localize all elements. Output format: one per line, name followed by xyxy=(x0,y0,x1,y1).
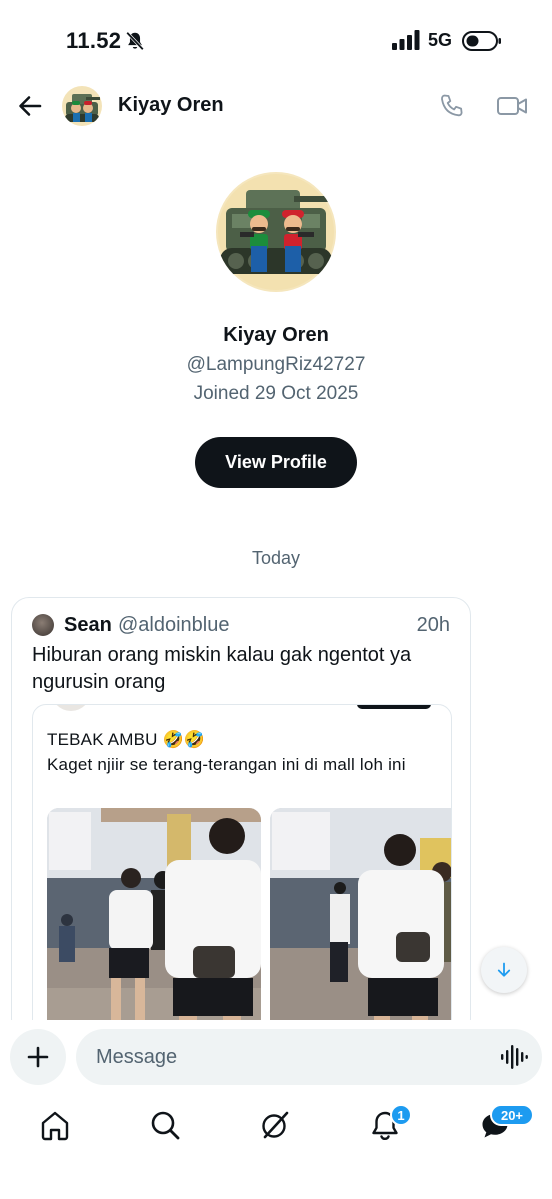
search-icon[interactable] xyxy=(148,1108,182,1142)
status-bar: 11.52 5G xyxy=(0,0,552,80)
quoted-line-1: TEBAK AMBU 🤣🤣 xyxy=(47,730,206,749)
post-text: Hiburan orang miskin kalau gak ngentot y… xyxy=(32,644,412,693)
header-title[interactable]: Kiyay Oren xyxy=(118,94,224,117)
network-type: 5G xyxy=(428,30,453,50)
message-composer xyxy=(0,1020,552,1092)
add-attachment-button[interactable] xyxy=(10,1029,66,1085)
post-author-name: Sean xyxy=(64,614,112,636)
bottom-navigation: 1 20+ xyxy=(0,1098,552,1158)
video-icon[interactable] xyxy=(496,92,528,120)
profile-avatar-image xyxy=(216,172,336,292)
grok-icon[interactable] xyxy=(258,1108,292,1142)
profile-handle: @LampungRiz42727 xyxy=(186,354,366,375)
quoted-post-card[interactable]: TEBAK AMBU 🤣🤣 Kaget njiir se terang-tera… xyxy=(32,704,452,1036)
phone-icon[interactable] xyxy=(438,92,466,120)
date-separator: Today xyxy=(251,548,301,568)
plus-icon xyxy=(27,1046,49,1068)
bell-mute-icon xyxy=(126,31,144,51)
chat-header: Kiyay Oren xyxy=(0,80,552,132)
profile-name: Kiyay Oren xyxy=(223,324,329,346)
avatar[interactable] xyxy=(62,86,102,126)
post-author-avatar xyxy=(32,614,54,636)
photo-mall-scene-2 xyxy=(270,808,451,1036)
photo-mall-scene xyxy=(47,808,261,1036)
quoted-post-text: TEBAK AMBU 🤣🤣 Kaget njiir se terang-tera… xyxy=(47,727,437,777)
quoted-avatar xyxy=(51,705,91,711)
voice-wave-icon[interactable] xyxy=(500,1044,528,1070)
avatar-image xyxy=(62,86,102,126)
quoted-media-image-1[interactable] xyxy=(47,808,261,1036)
home-icon[interactable] xyxy=(38,1108,72,1142)
post-author-handle: @aldoinblue xyxy=(118,614,230,636)
quoted-media-image-2[interactable] xyxy=(270,808,451,1036)
profile-avatar[interactable] xyxy=(216,172,336,292)
messages-badge: 20+ xyxy=(490,1104,534,1126)
profile-joined-date: Joined 29 Oct 2025 xyxy=(193,383,359,404)
quoted-line-2: Kaget njiir se terang-terangan ini di ma… xyxy=(47,755,406,774)
shared-post-card[interactable]: Sean @aldoinblue 20h Hiburan orang miski… xyxy=(11,597,471,1037)
quoted-follow-button xyxy=(357,705,431,709)
back-arrow-icon[interactable] xyxy=(16,92,44,120)
status-time: 11.52 xyxy=(66,28,122,53)
arrow-down-icon xyxy=(497,962,511,977)
message-input[interactable] xyxy=(76,1029,542,1085)
view-profile-button[interactable]: View Profile xyxy=(195,437,357,488)
battery-icon xyxy=(462,31,501,51)
scroll-to-bottom-button[interactable] xyxy=(481,947,527,993)
system-gesture-area xyxy=(0,1158,552,1199)
notifications-badge: 1 xyxy=(390,1104,412,1126)
signal-icon xyxy=(392,30,420,50)
post-timestamp: 20h xyxy=(416,614,450,636)
